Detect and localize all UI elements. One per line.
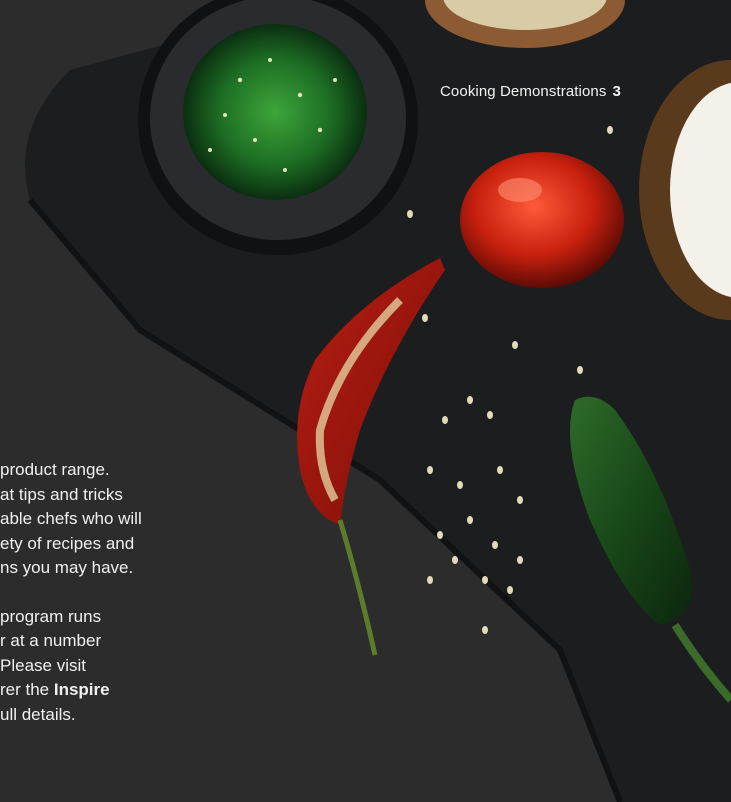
text-line: rer the Inspire [0,678,200,703]
paragraph-2: program runs r at a number Please visit … [0,605,200,728]
text-line: program runs [0,606,102,626]
page-number: 3 [612,83,621,100]
text-line: ety of recipes and [0,533,135,553]
text-line: able chefs who will [0,509,142,528]
text-line: at tips and tricks [0,484,123,504]
text-line: ns you may have. [0,558,134,577]
paragraph-1: product range. at tips and tricks able c… [0,458,200,581]
text-line: ull details. [0,704,76,724]
text-line: r at a number [0,631,102,650]
red-pepper [460,152,624,288]
body-text: product range. at tips and tricks able c… [0,458,200,727]
text-segment: rer the [0,680,54,699]
text-line: product range. [0,460,110,479]
page-header: Cooking Demonstrations 3 [440,83,621,100]
section-title: Cooking Demonstrations [440,83,607,100]
text-line: Please visit [0,655,86,675]
inspire-keyword: Inspire [53,680,110,699]
